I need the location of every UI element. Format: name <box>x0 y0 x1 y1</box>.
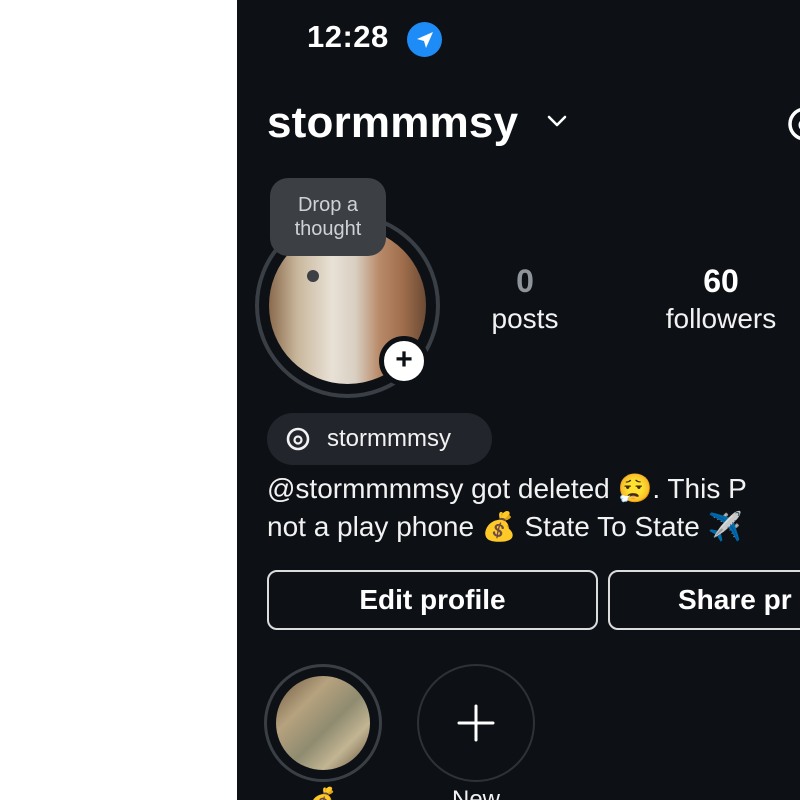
highlight-label: 💰 <box>264 786 382 800</box>
bio-line-2: not a play phone 💰 State To State ✈️ <box>267 511 743 542</box>
status-time: 12:28 <box>307 19 389 54</box>
note-bubble-text: Drop a thought <box>294 194 362 240</box>
threads-username: stormmmsy <box>327 425 451 452</box>
bio-line-1: @stormmmmsy got deleted 😮‍💨. This P <box>267 473 747 504</box>
threads-profile-link[interactable]: stormmmsy <box>267 413 492 465</box>
posts-label: posts <box>491 303 559 334</box>
note-bubble[interactable]: Drop a thought <box>270 178 386 256</box>
posts-stat[interactable]: 0 posts <box>473 263 577 335</box>
add-story-button[interactable]: + <box>379 336 429 386</box>
note-bubble-tail <box>307 270 319 282</box>
threads-icon[interactable] <box>785 104 800 144</box>
new-highlight-label: New <box>451 786 500 800</box>
new-highlight-button[interactable] <box>417 664 535 782</box>
chevron-down-icon[interactable] <box>547 114 567 133</box>
profile-screen: 12:28 stormmmsy Drop a thought + 0 posts… <box>237 0 800 800</box>
followers-count: 60 <box>703 263 739 299</box>
followers-stat[interactable]: 60 followers <box>651 263 791 335</box>
share-profile-button[interactable]: Share pr <box>608 570 800 630</box>
edit-profile-button[interactable]: Edit profile <box>267 570 598 630</box>
profile-username[interactable]: stormmmsy <box>267 98 518 148</box>
plus-icon <box>457 704 495 742</box>
location-arrow-icon <box>407 22 442 57</box>
highlight-cover <box>276 676 370 770</box>
followers-label: followers <box>665 303 777 334</box>
posts-count: 0 <box>516 263 534 299</box>
threads-icon <box>285 426 311 457</box>
profile-bio: @stormmmmsy got deleted 😮‍💨. This P not … <box>267 470 800 546</box>
highlight-item[interactable] <box>264 664 382 782</box>
plus-icon: + <box>395 343 413 376</box>
